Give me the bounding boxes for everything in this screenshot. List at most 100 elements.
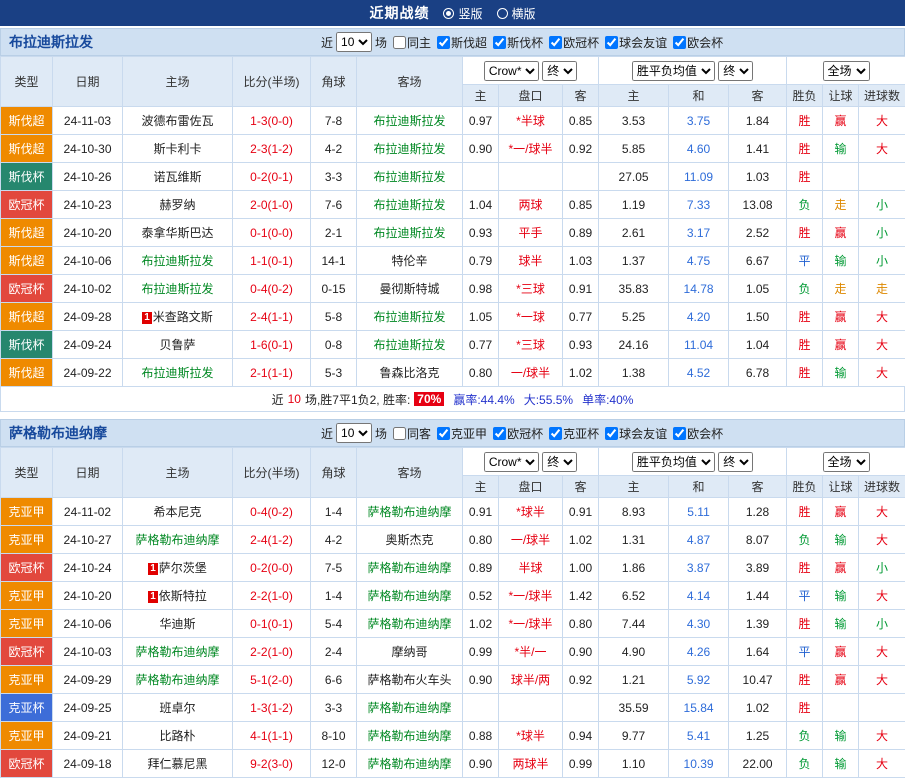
away-team: 布拉迪斯拉发 bbox=[357, 135, 463, 163]
corners-score: 7-8 bbox=[311, 107, 357, 135]
scope-select[interactable]: 全场 bbox=[823, 452, 870, 472]
league-badge: 克亚甲 bbox=[1, 722, 53, 750]
league-filter[interactable]: 斯伐杯 bbox=[493, 34, 543, 51]
handicap-odds-home: 0.79 bbox=[463, 247, 499, 275]
same-home-checkbox[interactable] bbox=[393, 36, 406, 49]
same-away-checkbox[interactable] bbox=[393, 427, 406, 440]
odds-company-select[interactable]: Crow* bbox=[484, 452, 539, 472]
handicap-odds-home: 1.02 bbox=[463, 610, 499, 638]
topbar: 近期战绩 竖版 横版 bbox=[0, 0, 905, 26]
league-checkbox[interactable] bbox=[605, 36, 618, 49]
page-title: 近期战绩 bbox=[369, 3, 429, 23]
handicap-line: 两球 bbox=[499, 191, 563, 219]
avg-type-select[interactable]: 胜平负均值 bbox=[632, 452, 715, 472]
column-header-avg-lose: 客 bbox=[729, 476, 787, 498]
layout-option-horizontal[interactable]: 横版 bbox=[497, 5, 536, 22]
match-row: 斯伐超 24-10-30 斯卡利卡 2-3(1-2) 4-2 布拉迪斯拉发 0.… bbox=[1, 135, 905, 163]
handicap-odds-away: 0.90 bbox=[563, 638, 599, 666]
league-filter[interactable]: 克亚杯 bbox=[549, 425, 599, 442]
league-checkbox[interactable] bbox=[493, 36, 506, 49]
avg-draw-odds: 4.87 bbox=[669, 526, 729, 554]
team-name: 萨格勒布迪纳摩 bbox=[9, 423, 107, 443]
odds-final-select[interactable]: 终 bbox=[542, 61, 577, 81]
result-goals: 走 bbox=[859, 275, 905, 303]
league-filter[interactable]: 球会友谊 bbox=[605, 34, 667, 51]
avg-lose-odds: 6.67 bbox=[729, 247, 787, 275]
column-header-score: 比分(半场) bbox=[233, 448, 311, 498]
league-filter[interactable]: 欧冠杯 bbox=[549, 34, 599, 51]
match-date: 24-09-28 bbox=[53, 303, 123, 331]
home-team: 赫罗纳 bbox=[123, 191, 233, 219]
section-header: 布拉迪斯拉发 近 10 场 同主 斯伐超 斯伐杯 欧冠杯 球会友谊 bbox=[0, 28, 905, 56]
odds-company-select[interactable]: Crow* bbox=[484, 61, 539, 81]
league-checkbox[interactable] bbox=[549, 427, 562, 440]
column-header-away: 客场 bbox=[357, 57, 463, 107]
result-goals: 大 bbox=[859, 666, 905, 694]
result-goals: 大 bbox=[859, 331, 905, 359]
games-count-select[interactable]: 10 bbox=[336, 32, 372, 52]
league-filter[interactable]: 克亚甲 bbox=[437, 425, 487, 442]
odds-final-select[interactable]: 终 bbox=[542, 452, 577, 472]
avg-win-odds: 1.21 bbox=[599, 666, 669, 694]
radio-selected-icon[interactable] bbox=[443, 8, 454, 19]
league-filter[interactable]: 欧会杯 bbox=[673, 425, 723, 442]
league-checkbox[interactable] bbox=[549, 36, 562, 49]
avg-type-select[interactable]: 胜平负均值 bbox=[632, 61, 715, 81]
match-score: 0-1(0-0) bbox=[233, 219, 311, 247]
column-header-handicap-result: 让球 bbox=[823, 476, 859, 498]
avg-lose-odds: 1.05 bbox=[729, 275, 787, 303]
avg-lose-odds: 1.28 bbox=[729, 498, 787, 526]
result-goals: 大 bbox=[859, 582, 905, 610]
result-wdl: 胜 bbox=[787, 107, 823, 135]
league-badge: 欧冠杯 bbox=[1, 750, 53, 778]
match-date: 24-09-22 bbox=[53, 359, 123, 387]
layout-option-vertical[interactable]: 竖版 bbox=[443, 5, 482, 22]
league-badge: 欧冠杯 bbox=[1, 275, 53, 303]
match-score: 2-2(1-0) bbox=[233, 582, 311, 610]
league-checkbox[interactable] bbox=[493, 427, 506, 440]
same-away-filter[interactable]: 同客 bbox=[393, 425, 431, 442]
result-handicap: 输 bbox=[823, 247, 859, 275]
match-date: 24-11-03 bbox=[53, 107, 123, 135]
matches-label: 场 bbox=[375, 34, 387, 51]
league-checkbox[interactable] bbox=[673, 36, 686, 49]
away-team: 摩纳哥 bbox=[357, 638, 463, 666]
league-badge: 克亚甲 bbox=[1, 666, 53, 694]
handicap-odds-home: 0.99 bbox=[463, 638, 499, 666]
avg-final-select[interactable]: 终 bbox=[718, 452, 753, 472]
match-date: 24-10-03 bbox=[53, 638, 123, 666]
handicap-odds-home: 0.91 bbox=[463, 498, 499, 526]
handicap-odds-home: 1.05 bbox=[463, 303, 499, 331]
handicap-odds-home: 0.98 bbox=[463, 275, 499, 303]
result-wdl: 平 bbox=[787, 638, 823, 666]
match-date: 24-10-20 bbox=[53, 582, 123, 610]
handicap-odds-away: 0.85 bbox=[563, 191, 599, 219]
result-goals: 小 bbox=[859, 554, 905, 582]
league-filter[interactable]: 欧冠杯 bbox=[493, 425, 543, 442]
handicap-line: *球半 bbox=[499, 722, 563, 750]
away-team: 布拉迪斯拉发 bbox=[357, 163, 463, 191]
scope-select[interactable]: 全场 bbox=[823, 61, 870, 81]
league-checkbox[interactable] bbox=[437, 36, 450, 49]
result-wdl: 负 bbox=[787, 722, 823, 750]
home-team: 布拉迪斯拉发 bbox=[123, 275, 233, 303]
win-rate-badge: 70% bbox=[414, 392, 444, 406]
league-filter[interactable]: 斯伐超 bbox=[437, 34, 487, 51]
league-checkbox[interactable] bbox=[605, 427, 618, 440]
column-header-avg-lose: 客 bbox=[729, 85, 787, 107]
avg-win-odds: 35.59 bbox=[599, 694, 669, 722]
corners-score: 1-4 bbox=[311, 498, 357, 526]
league-filter[interactable]: 球会友谊 bbox=[605, 425, 667, 442]
avg-final-select[interactable]: 终 bbox=[718, 61, 753, 81]
league-filter[interactable]: 欧会杯 bbox=[673, 34, 723, 51]
same-home-filter[interactable]: 同主 bbox=[393, 34, 431, 51]
handicap-line: 球半/两 bbox=[499, 666, 563, 694]
column-header-home: 主场 bbox=[123, 57, 233, 107]
games-count-select[interactable]: 10 bbox=[336, 423, 372, 443]
league-checkbox[interactable] bbox=[437, 427, 450, 440]
matches-label: 场 bbox=[375, 425, 387, 442]
league-checkbox[interactable] bbox=[673, 427, 686, 440]
result-wdl: 负 bbox=[787, 526, 823, 554]
radio-unselected-icon[interactable] bbox=[497, 8, 508, 19]
handicap-odds-home: 0.93 bbox=[463, 219, 499, 247]
